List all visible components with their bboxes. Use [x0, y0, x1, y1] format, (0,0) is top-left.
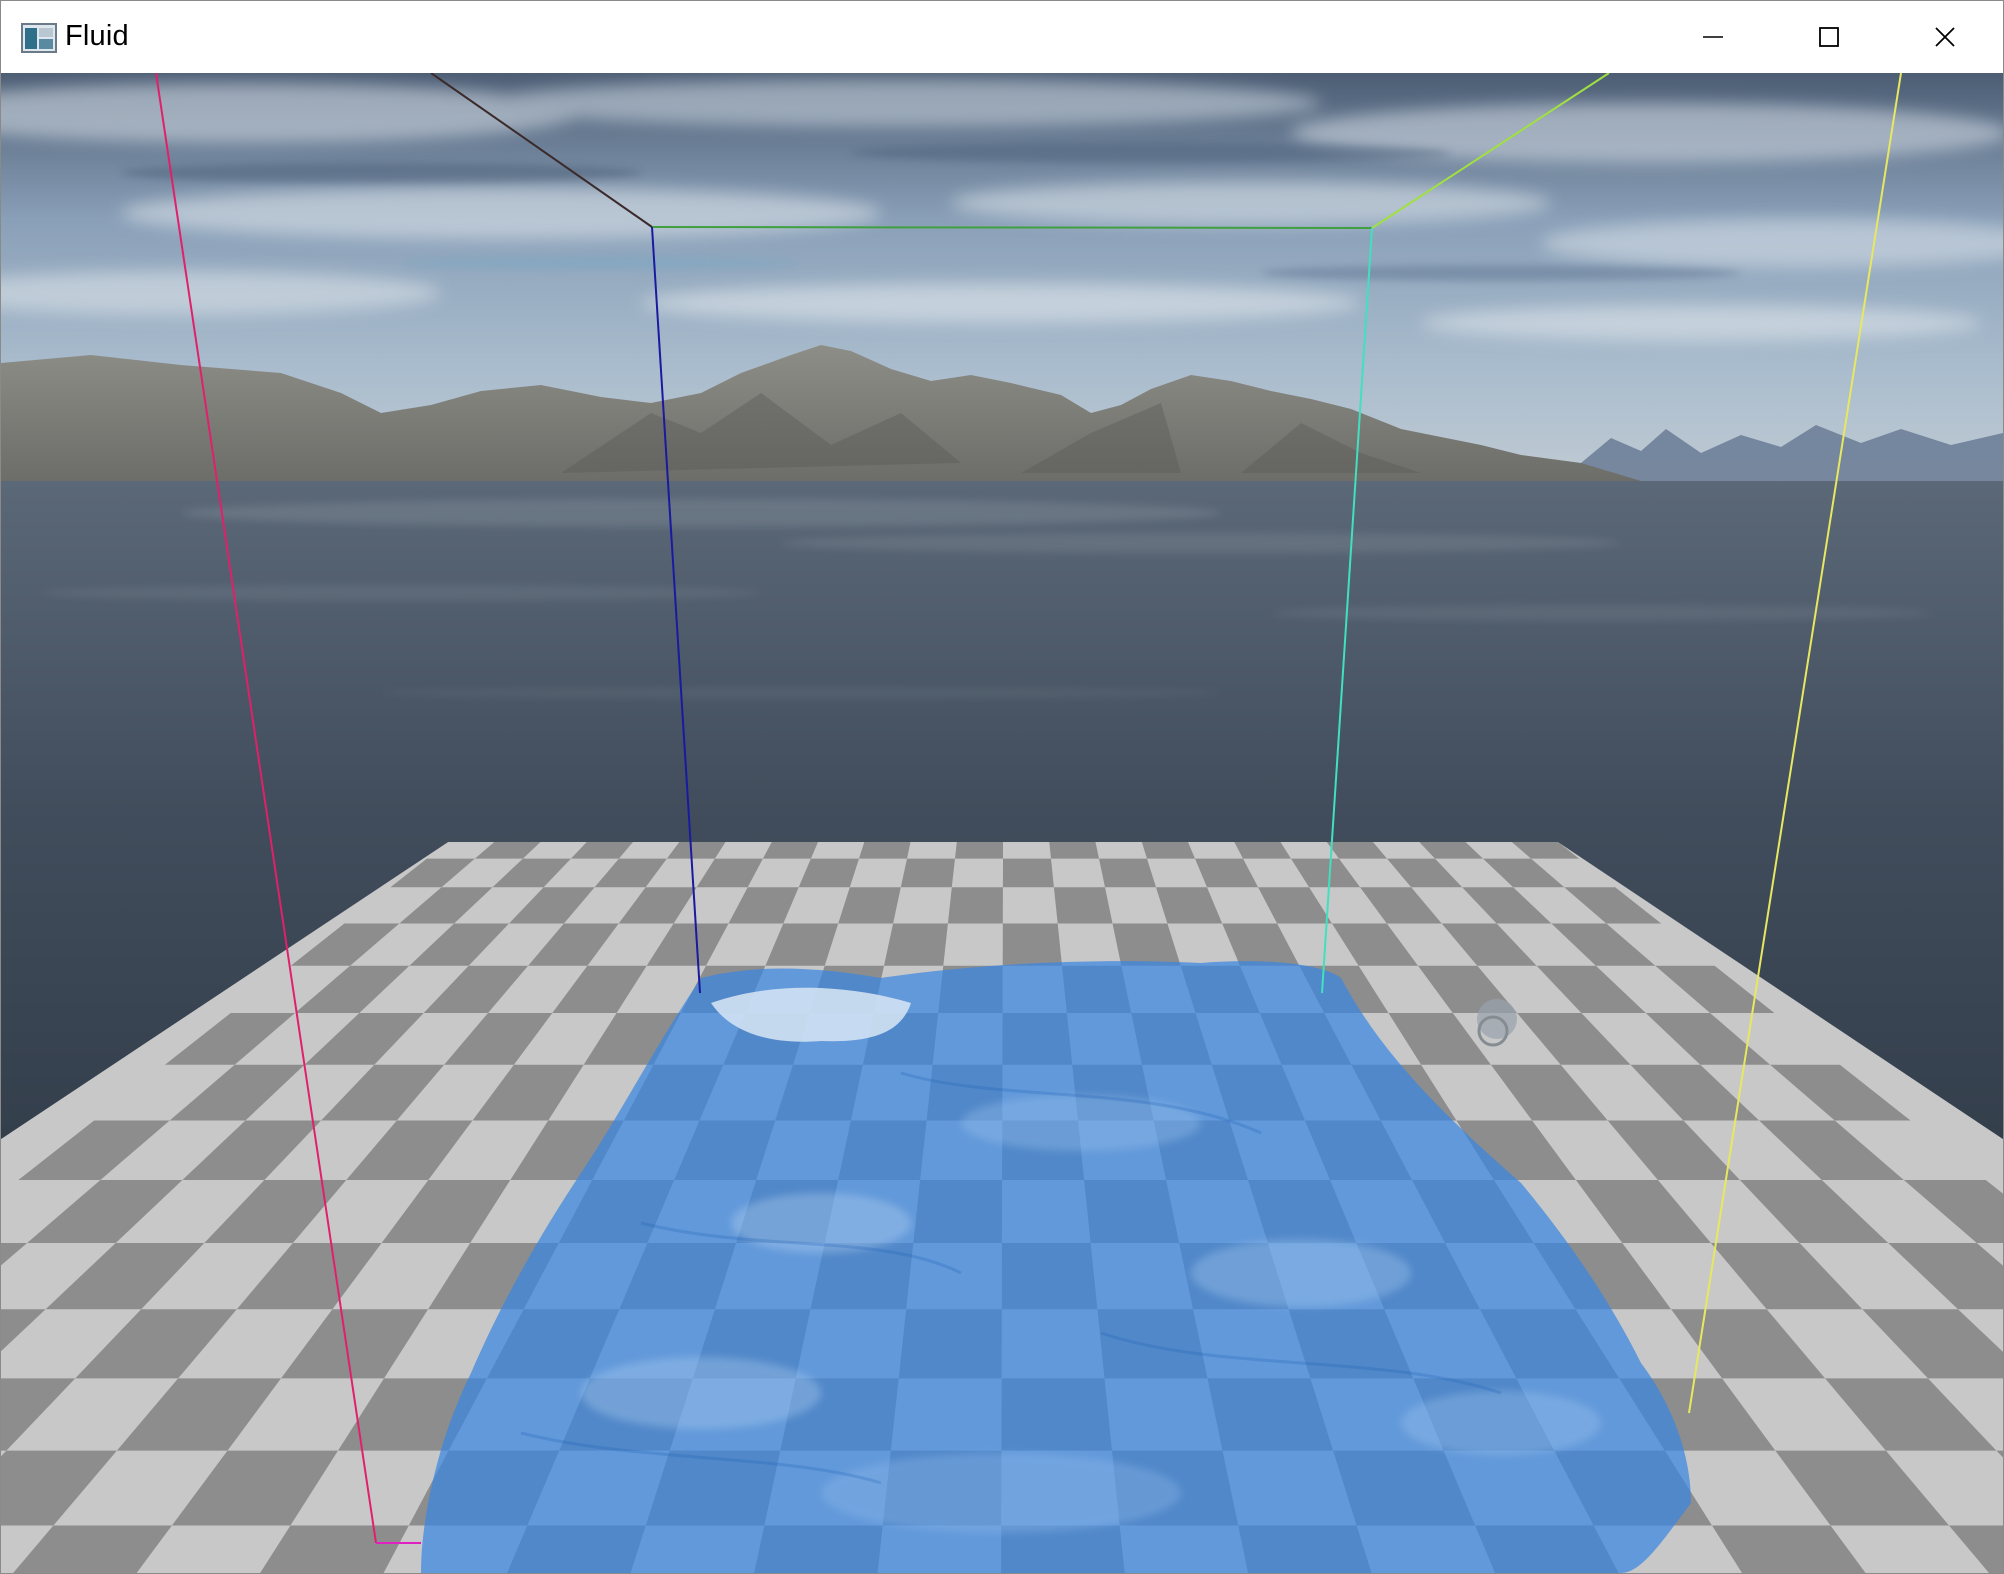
- minimize-button[interactable]: [1655, 1, 1771, 73]
- checker-tile: [884, 923, 948, 966]
- checker-tile: [1049, 842, 1099, 859]
- maximize-button[interactable]: [1771, 1, 1887, 73]
- render-viewport[interactable]: [1, 73, 2003, 1573]
- maximize-icon: [1819, 27, 1839, 47]
- minimize-icon: [1703, 36, 1723, 38]
- app-window-icon: [21, 23, 57, 53]
- checker-tile: [762, 842, 818, 859]
- fluid-scene: [1, 73, 2003, 1573]
- box-edge: [651, 226, 1373, 229]
- title-bar[interactable]: Fluid: [1, 1, 2003, 73]
- checker-tile: [900, 858, 955, 888]
- checker-tile: [1002, 923, 1062, 966]
- close-button[interactable]: [1887, 1, 2003, 73]
- checker-tile: [1099, 858, 1156, 888]
- checker-tile: [1053, 887, 1113, 924]
- checker-tile: [955, 842, 1003, 859]
- close-icon: [1935, 27, 1955, 47]
- checker-tile: [859, 842, 911, 859]
- checker-tile: [1002, 858, 1054, 888]
- application-window: Fluid: [0, 0, 2004, 1574]
- window-title: Fluid: [65, 20, 129, 52]
- checker-tile: [1141, 842, 1195, 859]
- checker-tile: [947, 887, 1003, 924]
